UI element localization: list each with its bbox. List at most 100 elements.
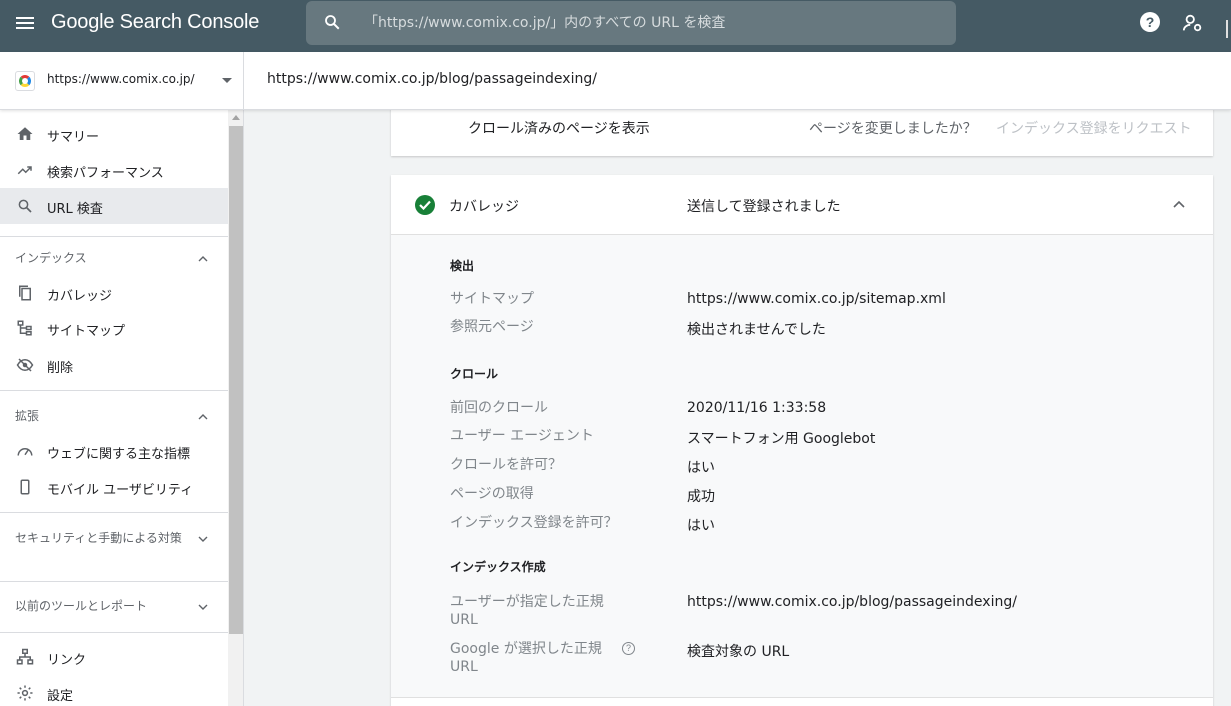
section-label: 以前のツールとレポート xyxy=(15,599,148,613)
sidebar-scrollbar[interactable] xyxy=(228,110,243,706)
chevron-up-icon[interactable] xyxy=(1173,200,1185,208)
sidebar-item-label: URL 検査 xyxy=(47,202,103,217)
detail-value: 2020/11/16 1:33:58 xyxy=(687,400,827,416)
sidebar: サマリー 検索パフォーマンス URL 検査 インデックス カバレッジ サイトマッ… xyxy=(0,110,244,706)
sidebar-item-core-web-vitals[interactable]: ウェブに関する主な指標 xyxy=(0,433,228,469)
sidebar-divider xyxy=(0,632,228,633)
sidebar-item-url-inspection[interactable]: URL 検査 xyxy=(0,188,228,224)
property-name: https://www.comix.co.jp/ xyxy=(47,72,195,86)
search-icon xyxy=(325,15,340,30)
scroll-up-arrow-icon[interactable] xyxy=(232,115,240,120)
chevron-down-icon xyxy=(198,604,208,610)
sidebar-item-label: 検索パフォーマンス xyxy=(47,166,164,181)
sidebar-item-label: 削除 xyxy=(47,361,74,376)
detail-value: 成功 xyxy=(687,489,715,505)
sidebar-item-coverage[interactable]: カバレッジ xyxy=(0,275,228,311)
sidebar-item-label: サイトマップ xyxy=(47,324,126,339)
chevron-down-icon xyxy=(222,78,232,83)
detail-label: URL xyxy=(450,612,478,628)
chevron-down-icon xyxy=(198,536,208,542)
sidebar-divider xyxy=(0,581,228,582)
menu-icon[interactable] xyxy=(14,14,36,36)
detail-value: 検出されませんでした xyxy=(687,322,826,338)
trending-up-icon xyxy=(17,166,32,175)
section-title-indexing: インデックス作成 xyxy=(450,560,546,574)
edge-divider xyxy=(1226,20,1228,38)
top-app-bar: Google Search Console ? xyxy=(0,0,1231,52)
links-icon xyxy=(16,648,34,665)
detail-value: はい xyxy=(687,460,715,476)
search-bar[interactable] xyxy=(306,1,956,45)
eye-off-icon xyxy=(16,358,34,372)
copy-icon xyxy=(19,285,31,301)
detail-value: https://www.comix.co.jp/blog/passageinde… xyxy=(687,594,1017,610)
section-label: 拡張 xyxy=(15,409,40,423)
section-enhancements[interactable]: 拡張 xyxy=(0,406,228,428)
sidebar-item-label: 設定 xyxy=(47,689,74,704)
coverage-details: 検出 サイトマップ https://www.comix.co.jp/sitema… xyxy=(391,235,1213,697)
detail-label: 前回のクロール xyxy=(450,400,548,416)
detail-value: スマートフォン用 Googlebot xyxy=(687,431,876,447)
property-favicon-icon xyxy=(15,71,35,91)
account-settings-icon[interactable] xyxy=(1182,12,1204,34)
url-inspection-input[interactable] xyxy=(364,1,944,45)
help-question-icon[interactable]: ? xyxy=(622,642,635,655)
sidebar-item-sitemaps[interactable]: サイトマップ xyxy=(0,310,228,346)
scrollbar-thumb[interactable] xyxy=(229,126,243,634)
section-legacy-tools[interactable]: 以前のツールとレポート xyxy=(0,596,228,618)
sidebar-item-label: カバレッジ xyxy=(47,289,113,304)
sidebar-item-performance[interactable]: 検索パフォーマンス xyxy=(0,152,228,188)
sidebar-item-links[interactable]: リンク xyxy=(0,639,228,675)
section-label: セキュリティと手動による対策 xyxy=(15,531,182,545)
gear-icon xyxy=(17,685,33,701)
app-title: Google Search Console xyxy=(51,11,260,33)
help-icon[interactable]: ? xyxy=(1140,12,1160,32)
sidebar-item-mobile-usability[interactable]: モバイル ユーザビリティ xyxy=(0,469,228,505)
detail-label: Google が選択した正規 xyxy=(450,641,602,657)
property-header: https://www.comix.co.jp/ https://www.com… xyxy=(0,52,1231,110)
request-indexing-button[interactable]: インデックス登録をリクエスト xyxy=(996,118,1192,138)
coverage-title: カバレッジ xyxy=(449,199,519,215)
detail-label: サイトマップ xyxy=(450,291,534,307)
sidebar-divider xyxy=(0,512,228,513)
section-security[interactable]: セキュリティと手動による対策 xyxy=(0,528,228,568)
sidebar-item-label: リンク xyxy=(47,653,87,668)
detail-value: はい xyxy=(687,518,715,534)
detail-label: ページの取得 xyxy=(450,486,534,502)
sidebar-divider xyxy=(0,390,228,391)
coverage-header[interactable]: カバレッジ 送信して登録されました xyxy=(391,175,1213,235)
section-index[interactable]: インデックス xyxy=(0,248,228,270)
view-crawled-page-link[interactable]: クロール済みのページを表示 xyxy=(468,118,650,138)
detail-label: URL xyxy=(450,659,478,675)
coverage-status: 送信して登録されました xyxy=(687,199,841,215)
section-title-discovery: 検出 xyxy=(450,259,475,273)
section-title-crawl: クロール xyxy=(450,367,499,381)
smartphone-icon xyxy=(20,479,30,495)
sidebar-item-label: サマリー xyxy=(47,130,100,145)
sidebar-item-summary[interactable]: サマリー xyxy=(0,116,228,152)
sidebar-item-removals[interactable]: 削除 xyxy=(0,347,228,383)
sidebar-divider xyxy=(0,236,228,237)
detail-value: https://www.comix.co.jp/sitemap.xml xyxy=(687,291,946,307)
chevron-up-icon xyxy=(198,414,208,420)
detail-label: インデックス登録を許可？ xyxy=(450,515,618,531)
search-icon xyxy=(18,199,32,213)
coverage-card: カバレッジ 送信して登録されました 検出 サイトマップ https://www.… xyxy=(391,175,1213,706)
inspected-url: https://www.comix.co.jp/blog/passageinde… xyxy=(267,71,597,87)
speedometer-icon xyxy=(17,448,33,456)
detail-label: クロールを許可？ xyxy=(450,457,562,473)
coverage-divider xyxy=(391,697,1213,698)
detail-value: 検査対象の URL xyxy=(687,644,790,660)
sitemap-icon xyxy=(17,320,32,336)
property-selector[interactable]: https://www.comix.co.jp/ xyxy=(0,52,244,110)
chevron-up-icon xyxy=(198,256,208,262)
detail-label: ユーザーが指定した正規 xyxy=(450,594,604,610)
detail-label: 参照元ページ xyxy=(450,319,534,335)
home-icon xyxy=(17,127,33,140)
check-circle-icon xyxy=(415,195,435,215)
sidebar-item-settings[interactable]: 設定 xyxy=(0,675,228,706)
section-label: インデックス xyxy=(15,251,87,265)
sidebar-item-label: モバイル ユーザビリティ xyxy=(47,483,194,498)
detail-label: ユーザー エージェント xyxy=(450,428,594,444)
sidebar-item-label: ウェブに関する主な指標 xyxy=(47,447,191,462)
